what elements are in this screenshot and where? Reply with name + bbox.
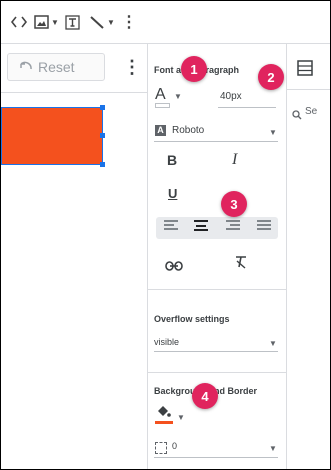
canvas-area: Reset ⋮ [1,44,148,469]
align-right-button[interactable] [226,220,242,236]
search-icon [292,107,302,125]
bold-button[interactable]: B [167,152,177,168]
alignment-group [156,217,278,239]
selected-shape[interactable] [1,105,105,167]
reset-bar: Reset ⋮ [1,44,147,92]
border-width-icon [155,442,167,454]
resize-handle[interactable] [100,105,105,110]
callout-badge: 4 [192,383,218,409]
chevron-down-icon[interactable]: ▼ [269,444,277,453]
underline-button[interactable]: U [168,186,177,201]
line-icon[interactable]: ▼ [89,13,115,31]
text-box-icon[interactable] [65,13,80,31]
more-vert-icon[interactable]: ⋮ [121,13,137,31]
align-justify-button[interactable] [257,220,273,236]
field-underline [154,141,278,142]
italic-button[interactable]: I [232,151,237,169]
overflow-section-title: Overflow settings [154,314,230,324]
app-frame: ▼ ▼ ⋮ Reset ⋮ Font Paragraph A ▼ 40px A … [0,0,331,470]
border-width-select[interactable]: 0 [172,441,177,451]
divider [287,89,330,90]
table-icon[interactable] [297,60,313,81]
undo-icon [17,60,33,76]
font-color-icon[interactable]: A [155,86,166,104]
chevron-down-icon[interactable]: ▼ [269,128,277,137]
align-left-button[interactable] [164,220,180,236]
font-size-field[interactable]: 40px [220,91,242,102]
divider [148,289,286,290]
font-color-swatch [155,103,170,108]
font-family-icon: A [155,125,166,136]
search-input[interactable]: Se [305,106,317,117]
reset-label: Reset [38,59,75,75]
callout-badge: 1 [181,56,207,82]
overflow-select[interactable]: visible [154,337,179,347]
image-icon[interactable]: ▼ [34,13,59,31]
link-icon[interactable] [165,258,183,276]
align-center-button[interactable] [194,220,210,236]
reset-button[interactable]: Reset [7,53,105,81]
font-family-select[interactable]: Roboto [172,125,204,136]
chevron-down-icon[interactable]: ▼ [269,339,277,348]
properties-panel: Font and Paragraph A ▼ 40px A Roboto ▼ B… [148,44,287,469]
chevron-down-icon[interactable]: ▼ [177,413,185,422]
chevron-down-icon[interactable]: ▼ [174,92,182,101]
resize-handle[interactable] [100,133,105,138]
clear-format-icon[interactable] [234,255,248,274]
field-underline [154,351,278,352]
resize-handle[interactable] [100,162,105,167]
field-underline [154,457,278,458]
callout-badge: 3 [221,191,247,217]
fill-color-swatch [155,421,173,424]
more-options-icon[interactable]: ⋮ [123,57,141,78]
callout-badge: 2 [258,64,284,90]
field-underline [218,107,276,108]
side-panel: Se [287,44,330,469]
divider [148,372,286,373]
code-icon[interactable] [11,13,27,31]
top-toolbar: ▼ ▼ ⋮ [1,1,330,44]
